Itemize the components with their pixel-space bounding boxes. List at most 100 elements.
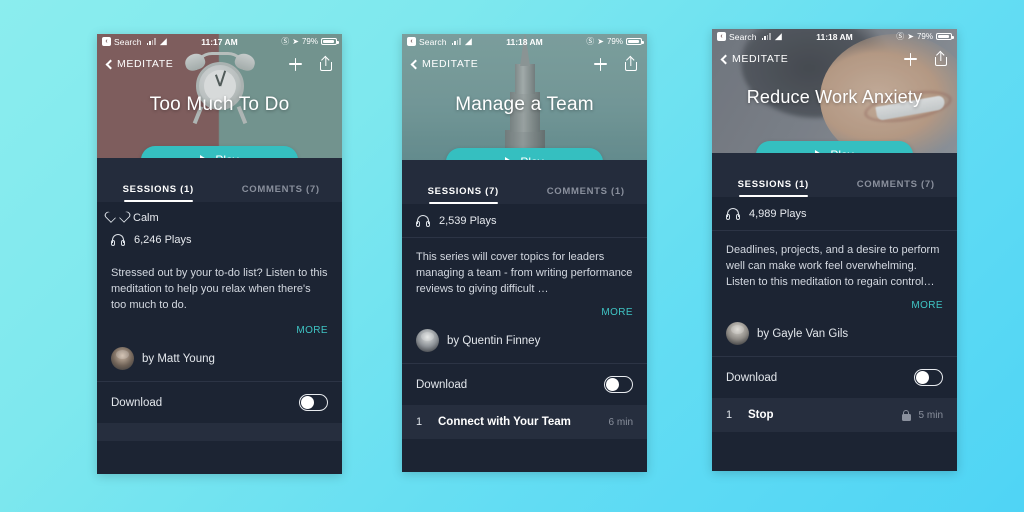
session-title: Connect with Your Team [438,416,571,428]
plays-label: 4,989 Plays [749,208,807,220]
download-row: Download [97,382,342,423]
more-link[interactable]: MORE [296,325,328,336]
battery-percent-label: 79% [916,32,933,41]
tab-bar: SESSIONS (1) COMMENTS (7) [712,153,957,197]
back-button-label: MEDITATE [732,53,789,65]
status-right: Ⓢ ➤ 79% [586,36,644,47]
tab-comments[interactable]: COMMENTS (7) [220,184,343,202]
author-name: by Quentin Finney [447,334,541,347]
cellular-signal-icon [761,33,771,40]
author-row[interactable]: by Gayle Van Gils [712,313,957,356]
hero-header: ‹ Search ◢ 11:17 AM Ⓢ ➤ 79% MEDITATE Too… [97,34,342,158]
status-carrier-label: Search [114,36,142,47]
heart-icon [111,212,124,224]
play-button-wrap: Play [97,146,342,158]
share-icon[interactable] [320,57,332,71]
battery-icon [626,37,644,46]
wifi-icon: ◢ [464,36,472,46]
tab-bar: SESSIONS (7) COMMENTS (1) [402,160,647,204]
back-button[interactable]: MEDITATE [410,58,478,70]
status-back-badge[interactable]: ‹ [407,37,416,46]
battery-percent-label: 79% [606,37,623,46]
plus-icon[interactable] [594,57,607,71]
location-arrow-icon: ➤ [907,32,914,41]
chevron-left-icon [410,59,421,69]
description-text: Deadlines, projects, and a desire to per… [726,244,940,288]
meta-block: 2,539 Plays [402,204,647,237]
nav-actions [594,57,637,71]
download-toggle[interactable] [299,394,328,411]
author-row[interactable]: by Matt Young [97,338,342,381]
session-row[interactable]: 1 Stop 5 min [712,398,957,432]
meta-block: 4,989 Plays [712,197,957,230]
hero-header: ‹ Search ◢ 11:18 AM Ⓢ ➤ 79% MEDITATE [402,34,647,160]
more-row: MORE [402,299,647,320]
author-row[interactable]: by Quentin Finney [402,320,647,363]
session-row-partial[interactable] [97,423,342,441]
status-right: Ⓢ ➤ 79% [281,36,339,47]
download-label: Download [111,396,163,409]
meta-row-plays: 4,989 Plays [726,208,943,220]
session-number: 1 [726,409,733,421]
more-link[interactable]: MORE [601,307,633,318]
session-row[interactable]: 1 Connect with Your Team 6 min [402,405,647,439]
tab-comments[interactable]: COMMENTS (1) [525,186,648,204]
author-name: by Matt Young [142,352,215,365]
share-icon[interactable] [935,52,947,66]
headphone-icon [416,215,430,227]
page-title: Too Much To Do [149,94,290,115]
play-button[interactable]: Play [141,146,298,158]
plus-icon[interactable] [904,52,917,66]
toggle-knob [606,378,619,391]
download-toggle[interactable] [914,369,943,386]
battery-icon [321,37,339,46]
toggle-knob [301,396,314,409]
wifi-icon: ◢ [774,31,782,41]
download-toggle[interactable] [604,376,633,393]
session-duration: 6 min [608,416,633,428]
description-block: This series will cover topics for leader… [402,238,647,299]
rotation-lock-icon: Ⓢ [281,37,290,46]
plus-icon[interactable] [289,57,302,71]
play-button-label: Play [830,148,853,153]
meta-row-plays: 6,246 Plays [111,234,328,246]
nav-actions [904,52,947,66]
detail-content: 4,989 Plays Deadlines, projects, and a d… [712,197,957,432]
tab-sessions[interactable]: SESSIONS (7) [402,186,525,204]
more-link[interactable]: MORE [911,300,943,311]
play-triangle-icon [505,157,514,160]
plays-label: 6,246 Plays [134,234,192,246]
status-back-badge[interactable]: ‹ [717,32,726,41]
tab-sessions[interactable]: SESSIONS (1) [97,184,220,202]
back-button[interactable]: MEDITATE [105,58,174,70]
description-block: Stressed out by your to-do list? Listen … [97,256,342,317]
download-row: Download [712,357,957,398]
play-button[interactable]: Play [756,141,913,153]
tab-sessions[interactable]: SESSIONS (1) [712,179,835,197]
meta-row-plays: 2,539 Plays [416,215,633,227]
play-button-label: Play [215,153,238,158]
detail-content: Calm 6,246 Plays Stressed out by your to… [97,202,342,441]
status-left: ‹ Search ◢ [407,37,472,47]
phone-screen-too-much-to-do: ‹ Search ◢ 11:17 AM Ⓢ ➤ 79% MEDITATE Too… [97,34,342,474]
cellular-signal-icon [451,38,461,45]
avatar [111,347,134,370]
download-row: Download [402,364,647,405]
status-back-badge[interactable]: ‹ [102,37,111,46]
play-button[interactable]: Play [446,148,603,160]
meta-row-category: Calm [111,212,328,224]
phone-screen-reduce-work-anxiety: ‹ Search ◢ 11:18 AM Ⓢ ➤ 79% MEDITATE Red… [712,29,957,471]
battery-icon [936,32,954,41]
play-triangle-icon [815,150,824,153]
ios-status-bar: ‹ Search ◢ 11:17 AM Ⓢ ➤ 79% [97,34,342,49]
session-number: 1 [416,416,423,428]
ios-status-bar: ‹ Search ◢ 11:18 AM Ⓢ ➤ 79% [712,29,957,44]
back-button-label: MEDITATE [117,58,174,70]
tab-comments[interactable]: COMMENTS (7) [835,179,958,197]
meta-block: Calm 6,246 Plays [97,202,342,256]
back-button[interactable]: MEDITATE [720,53,789,65]
share-icon[interactable] [625,57,637,71]
avatar [726,322,749,345]
cellular-signal-icon [146,38,156,45]
navigation-bar: MEDITATE [97,49,342,79]
